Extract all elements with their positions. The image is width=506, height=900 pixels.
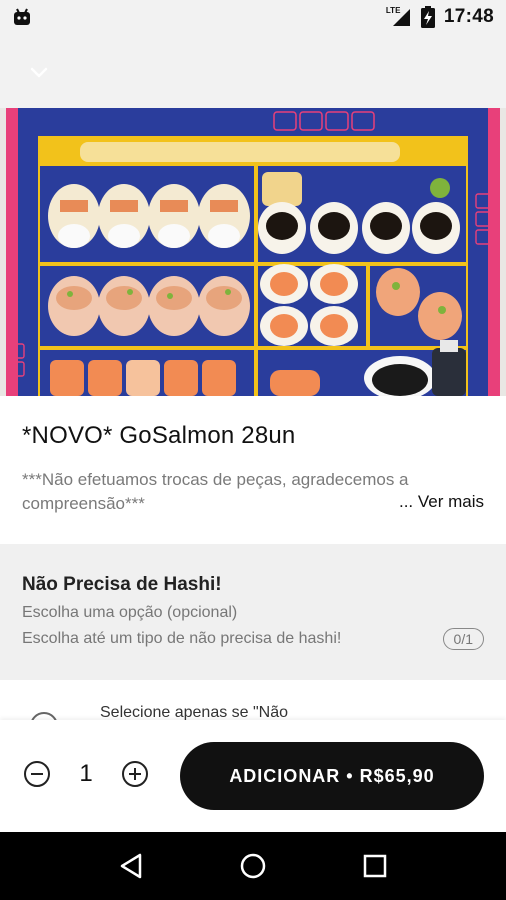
option-group-subtitle: Escolha uma opção (opcional) (22, 604, 238, 621)
option-group-header: Não Precisa de Hashi! Escolha uma opção … (0, 544, 506, 680)
home-icon (240, 853, 266, 879)
option-radio[interactable] (30, 712, 58, 720)
selection-count-badge: 0/1 (442, 628, 484, 650)
increase-button[interactable] (122, 761, 148, 787)
quantity-value: 1 (79, 760, 93, 787)
decrease-button[interactable] (24, 761, 50, 787)
option-item-label: Selecione apenas se "Não (100, 704, 289, 720)
status-time: 17:48 (443, 6, 494, 27)
recents-icon (363, 854, 387, 878)
screen: LTE 17:48 *NOVO* GoSalmon 28un ***Não ef… (0, 0, 506, 900)
product-info: *NOVO* GoSalmon 28un ***Não efetuamos tr… (0, 396, 506, 544)
option-group-title: Não Precisa de Hashi! (22, 574, 222, 595)
option-item[interactable]: Selecione apenas se "Não (0, 680, 506, 720)
back-icon (120, 853, 142, 879)
quantity-stepper: 1 (24, 760, 148, 788)
add-to-cart-button[interactable]: ADICIONAR • R$65,90 (180, 742, 484, 810)
sheet-header (0, 34, 506, 108)
collapse-button[interactable] (22, 56, 56, 90)
sushi-box-image (0, 108, 506, 396)
nav-home-button[interactable] (233, 846, 273, 886)
chevron-down-icon (30, 67, 48, 78)
action-bar: 1 ADICIONAR • R$65,90 (0, 720, 506, 832)
system-nav-bar (0, 832, 506, 900)
product-title: *NOVO* GoSalmon 28un (22, 422, 296, 449)
option-group-hint: Escolha até um tipo de não precisa de ha… (22, 630, 342, 647)
see-more-link[interactable]: ... Ver mais (394, 492, 484, 512)
nav-recents-button[interactable] (355, 846, 395, 886)
nav-back-button[interactable] (111, 846, 151, 886)
minus-icon (31, 773, 43, 775)
product-image (0, 108, 506, 396)
battery-charging-icon (420, 6, 435, 28)
signal-icon: LTE (386, 6, 412, 27)
android-icon (14, 8, 30, 25)
status-bar: LTE 17:48 (0, 0, 506, 34)
